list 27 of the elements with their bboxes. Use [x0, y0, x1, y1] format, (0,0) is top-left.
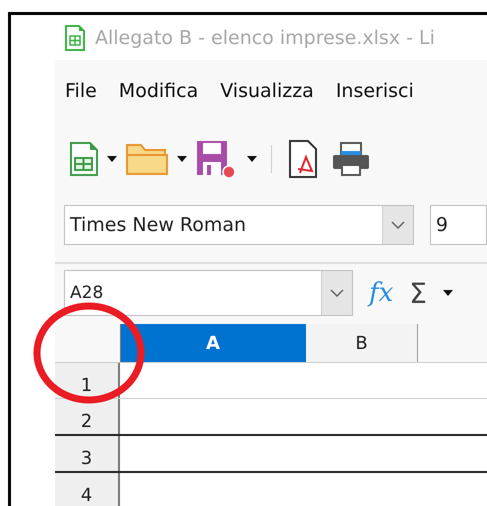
menu-item[interactable]: File — [65, 80, 97, 102]
font-name-field[interactable]: Times New Roman — [64, 205, 414, 245]
menu-item[interactable]: Visualizza — [220, 80, 314, 102]
caret-icon[interactable] — [107, 156, 117, 162]
font-size-field[interactable]: 9 — [430, 205, 487, 245]
row-header[interactable]: 4 — [55, 473, 120, 506]
chevron-down-icon[interactable] — [330, 289, 344, 297]
chevron-down-icon[interactable] — [390, 221, 405, 229]
menu-item[interactable]: Inserisci — [336, 80, 414, 102]
printer-icon[interactable] — [330, 141, 372, 177]
column-header[interactable]: B — [306, 324, 418, 362]
caret-icon[interactable] — [247, 156, 257, 162]
sheet-cell[interactable] — [120, 473, 487, 506]
sheet-cell[interactable] — [120, 436, 487, 471]
spreadsheet-icon — [65, 24, 85, 50]
caret-icon[interactable] — [443, 290, 453, 296]
new-spreadsheet-icon[interactable] — [69, 141, 99, 177]
window-title: Allegato B - elenco imprese.xlsx - Li — [95, 26, 435, 48]
row-header[interactable]: 2 — [55, 399, 120, 434]
sum-button[interactable]: Σ — [409, 276, 427, 310]
sheet-cell[interactable] — [120, 399, 487, 434]
column-header[interactable]: A — [121, 324, 306, 362]
menu-item[interactable]: Modifica — [118, 80, 198, 102]
name-box[interactable]: A28 — [64, 270, 353, 316]
sheet-cell[interactable] — [120, 363, 487, 398]
caret-icon[interactable] — [177, 156, 187, 162]
row-header[interactable]: 3 — [55, 436, 120, 471]
